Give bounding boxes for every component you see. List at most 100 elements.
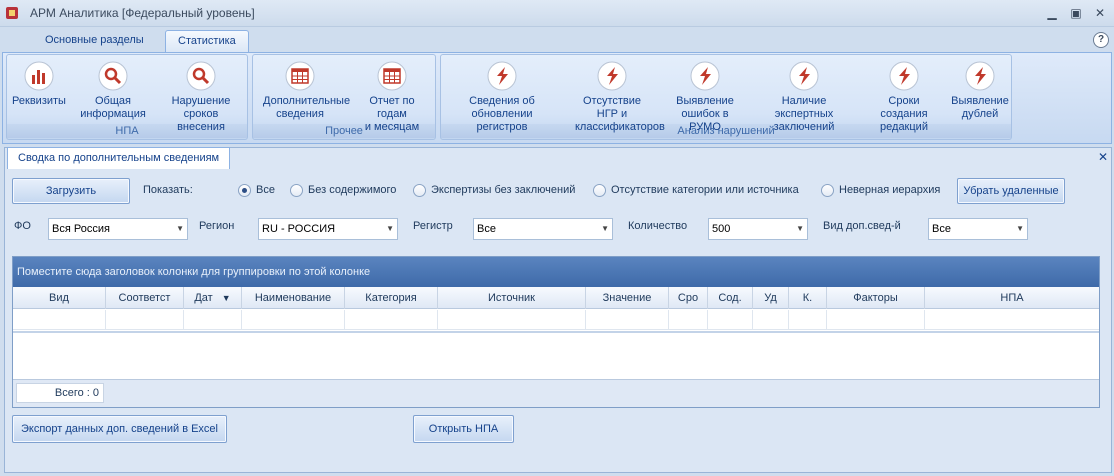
table-icon <box>285 61 315 91</box>
column-header-value[interactable]: Значение <box>586 287 669 309</box>
radio-label: Без содержимого <box>308 184 397 196</box>
show-label: Показать: <box>143 184 193 196</box>
combo-value: RU - РОССИЯ <box>262 223 336 235</box>
column-header-name[interactable]: Наименование <box>242 287 345 309</box>
filter-cell[interactable] <box>669 310 708 330</box>
radio-label: Неверная иерархия <box>839 184 941 196</box>
button-label: Общая информация <box>80 95 146 120</box>
export-excel-button[interactable]: Экспорт данных доп. сведений в Excel <box>12 415 227 443</box>
minimize-button[interactable]: ▁ <box>1042 4 1062 22</box>
lightning-icon <box>597 61 627 91</box>
lightning-icon <box>789 61 819 91</box>
general-info-button[interactable]: Общая информация <box>80 60 146 126</box>
sort-desc-icon: ▼ <box>221 293 231 303</box>
button-label: Выявление ошибок в РУМО <box>676 95 734 133</box>
button-label: Сроки создания редакций <box>880 95 928 133</box>
tab-main-sections[interactable]: Основные разделы <box>33 30 156 52</box>
filter-cell[interactable] <box>345 310 438 330</box>
count-select[interactable]: 500 ▼ <box>708 218 808 240</box>
filter-cell[interactable] <box>184 310 242 330</box>
column-header-source[interactable]: Источник <box>438 287 586 309</box>
magnifier-icon <box>98 61 128 91</box>
maximize-button[interactable]: ▣ <box>1066 4 1086 22</box>
filter-cell[interactable] <box>438 310 586 330</box>
column-header-npa[interactable]: НПА <box>925 287 1099 309</box>
register-label: Регистр <box>413 220 453 232</box>
close-button[interactable]: ✕ <box>1090 4 1110 22</box>
chevron-down-icon: ▼ <box>601 224 609 233</box>
count-label: Количество <box>628 220 688 232</box>
extra-info-type-select[interactable]: Все ▼ <box>928 218 1028 240</box>
rumo-errors-button[interactable]: Выявление ошибок в РУМО <box>676 60 734 133</box>
revision-deadlines-button[interactable]: Сроки создания редакций <box>880 60 928 133</box>
column-header-date[interactable]: Дат ▼ <box>184 287 242 309</box>
tab-additional-info-summary[interactable]: Сводка по дополнительным сведениям <box>7 147 231 169</box>
chevron-down-icon: ▼ <box>176 224 184 233</box>
radio-all[interactable] <box>238 184 251 197</box>
filter-cell[interactable] <box>586 310 669 330</box>
radio-expertise-no-conclusion[interactable] <box>413 184 426 197</box>
combo-value: Все <box>932 223 951 235</box>
grid-separator <box>13 331 1099 333</box>
fo-select[interactable]: Вся Россия ▼ <box>48 218 188 240</box>
filter-cell[interactable] <box>827 310 925 330</box>
filter-cell[interactable] <box>106 310 184 330</box>
close-icon[interactable]: ✕ <box>1098 150 1108 164</box>
window-title: АРМ Аналитика [Федеральный уровень] <box>30 6 255 20</box>
tab-statistics[interactable]: Статистика <box>165 30 249 52</box>
radio-wrong-hierarchy[interactable] <box>821 184 834 197</box>
radio-missing-category[interactable] <box>593 184 606 197</box>
column-header-k[interactable]: К. <box>789 287 827 309</box>
column-header-ud[interactable]: Уд <box>753 287 789 309</box>
filter-cell[interactable] <box>789 310 827 330</box>
additional-info-button[interactable]: Дополнительные сведения <box>263 60 350 126</box>
group-by-panel[interactable]: Поместите сюда заголовок колонки для гру… <box>13 257 1099 287</box>
filter-cell[interactable] <box>242 310 345 330</box>
remove-deleted-button[interactable]: Убрать удаленные <box>957 178 1065 204</box>
radio-label: Все <box>256 184 275 196</box>
bar-chart-icon <box>24 61 54 91</box>
button-label: Нарушение сроков внесения <box>171 95 231 133</box>
column-header-sro[interactable]: Сро <box>669 287 708 309</box>
filter-cell[interactable] <box>13 310 106 330</box>
column-header-category[interactable]: Категория <box>345 287 438 309</box>
missing-ngr-button[interactable]: Отсутствие НГР и классификаторов <box>575 60 665 133</box>
column-header-sod[interactable]: Сод. <box>708 287 753 309</box>
help-icon[interactable]: ? <box>1093 32 1109 48</box>
combo-value: 500 <box>712 223 731 235</box>
lightning-icon <box>965 61 995 91</box>
column-label: Дат <box>194 292 213 304</box>
find-duplicates-button[interactable]: Выявление дублей <box>951 60 1009 126</box>
load-button[interactable]: Загрузить <box>12 178 130 204</box>
total-count: Всего : 0 <box>16 383 104 403</box>
lightning-icon <box>690 61 720 91</box>
expert-conclusions-button[interactable]: Наличие экспертных заключений <box>774 60 834 133</box>
button-label: Дополнительные сведения <box>263 95 351 120</box>
radio-no-content[interactable] <box>290 184 303 197</box>
deadline-violation-button[interactable]: Нарушение сроков внесения <box>172 60 230 133</box>
register-updates-button[interactable]: Сведения об обновлении регистров <box>469 60 535 133</box>
column-header-vid[interactable]: Вид <box>13 287 106 309</box>
requisites-button[interactable]: Реквизиты <box>12 60 66 126</box>
lightning-icon <box>487 61 517 91</box>
combo-value: Вся Россия <box>52 223 110 235</box>
button-label: Выявление дублей <box>951 95 1009 120</box>
region-select[interactable]: RU - РОССИЯ ▼ <box>258 218 398 240</box>
table-icon <box>377 61 407 91</box>
radio-label: Экспертизы без заключений <box>431 184 576 196</box>
chevron-down-icon: ▼ <box>386 224 394 233</box>
filter-cell[interactable] <box>708 310 753 330</box>
filter-cell[interactable] <box>753 310 789 330</box>
filter-cell[interactable] <box>925 310 1099 330</box>
register-select[interactable]: Все ▼ <box>473 218 613 240</box>
button-label: Наличие экспертных заключений <box>773 95 835 133</box>
column-header-sootvetst[interactable]: Соответст <box>106 287 184 309</box>
year-month-report-button[interactable]: Отчет по годам и месяцам <box>365 60 419 133</box>
open-npa-button[interactable]: Открыть НПА <box>413 415 514 443</box>
extra-info-type-label: Вид доп.свед-й <box>823 220 901 232</box>
lightning-icon <box>889 61 919 91</box>
column-header-factors[interactable]: Факторы <box>827 287 925 309</box>
button-label: Сведения об обновлении регистров <box>469 95 535 133</box>
chevron-down-icon: ▼ <box>796 224 804 233</box>
region-label: Регион <box>199 220 235 232</box>
